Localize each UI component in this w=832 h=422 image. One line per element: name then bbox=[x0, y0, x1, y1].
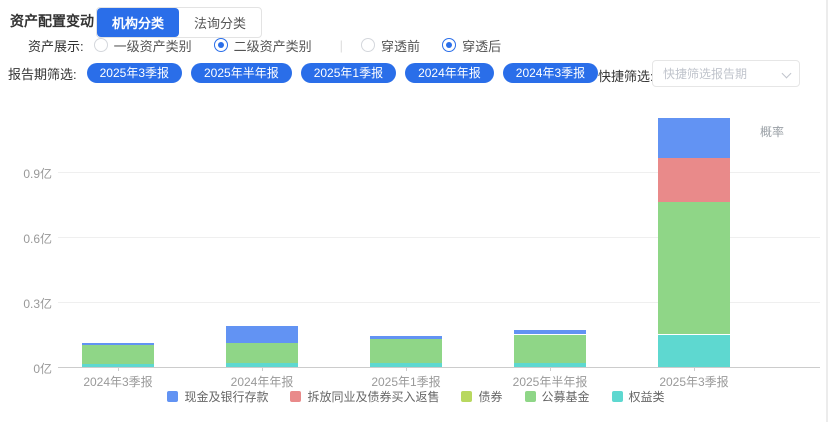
bar-segment-公募基金[interactable] bbox=[370, 339, 442, 363]
bar-segment-现金及银行存款[interactable] bbox=[370, 336, 442, 339]
asset-level-radio-group: 一级资产类别 二级资产类别 bbox=[94, 36, 334, 55]
tab-机构分类[interactable]: 机构分类 bbox=[97, 8, 179, 37]
bar-segment-现金及银行存款[interactable] bbox=[658, 118, 730, 158]
quick-filter-select[interactable]: 快捷筛选报告期 bbox=[652, 60, 800, 87]
x-axis-tick bbox=[118, 367, 119, 371]
legend-marker-icon bbox=[525, 391, 536, 402]
radio-asset-level-二级资产类别[interactable]: 二级资产类别 bbox=[214, 36, 312, 55]
legend-item-权益类[interactable]: 权益类 bbox=[612, 388, 665, 405]
legend-label: 拆放同业及债券买入返售 bbox=[307, 388, 439, 405]
x-axis-category-label: 2025年1季报 bbox=[334, 373, 478, 390]
penetrate-radio-group: 穿透前 穿透后 bbox=[361, 36, 523, 55]
bar-segment-拆放同业及债券买入返售[interactable] bbox=[658, 158, 730, 202]
asset-allocation-chart: 概率 现金及银行存款 拆放同业及债券买入返售 债券 公募基金 权益类 0亿 0.3亿 0.6… bbox=[0, 100, 832, 422]
x-axis-category-label: 2025年半年报 bbox=[478, 373, 622, 390]
radio-penetrate-label: 穿透后 bbox=[462, 36, 501, 55]
x-axis-tick bbox=[262, 367, 263, 371]
bar-segment-现金及银行存款[interactable] bbox=[514, 330, 586, 334]
asset-display-label: 资产展示: bbox=[28, 36, 84, 55]
period-pill-2024年年报[interactable]: 2024年年报 bbox=[405, 63, 494, 83]
quick-filter-placeholder: 快捷筛选报告期 bbox=[663, 65, 747, 82]
period-pill-2024年3季报[interactable]: 2024年3季报 bbox=[503, 63, 598, 83]
period-pill-2025年3季报[interactable]: 2025年3季报 bbox=[87, 63, 182, 83]
legend-marker-icon bbox=[612, 391, 623, 402]
bar-segment-现金及银行存款[interactable] bbox=[82, 343, 154, 345]
report-period-filter-row: 报告期筛选: 2025年3季报2025年半年报2025年1季报2024年年报20… bbox=[8, 62, 607, 84]
x-axis-tick bbox=[694, 367, 695, 371]
legend-item-拆放同业及债券买入返售[interactable]: 拆放同业及债券买入返售 bbox=[290, 388, 439, 405]
x-axis-line bbox=[58, 367, 820, 368]
legend-marker-icon bbox=[167, 391, 178, 402]
radio-penetrate-label: 穿透前 bbox=[381, 36, 420, 55]
legend-label: 债券 bbox=[478, 388, 502, 405]
legend-marker-icon bbox=[461, 391, 472, 402]
radio-asset-level-label: 二级资产类别 bbox=[234, 36, 312, 55]
y-axis-tick-label: 0.6亿 bbox=[0, 230, 52, 247]
legend-marker-icon bbox=[290, 391, 301, 402]
period-pill-2025年半年报[interactable]: 2025年半年报 bbox=[191, 63, 292, 83]
radio-checked-icon bbox=[214, 38, 228, 52]
bar-segment-公募基金[interactable] bbox=[226, 343, 298, 363]
chart-legend: 现金及银行存款 拆放同业及债券买入返售 债券 公募基金 权益类 bbox=[0, 388, 832, 405]
report-filter-label: 报告期筛选: bbox=[8, 64, 77, 83]
legend-label: 现金及银行存款 bbox=[184, 388, 268, 405]
x-axis-category-label: 2025年3季报 bbox=[622, 373, 766, 390]
chart-annotation: 概率 bbox=[760, 123, 784, 140]
legend-label: 公募基金 bbox=[542, 388, 590, 405]
bar-segment-权益类[interactable] bbox=[658, 335, 730, 368]
bar-segment-公募基金[interactable] bbox=[514, 335, 586, 363]
radio-unchecked-icon bbox=[94, 38, 108, 52]
bar-segment-公募基金[interactable] bbox=[82, 345, 154, 363]
chevron-down-icon bbox=[782, 69, 792, 79]
tab-法询分类[interactable]: 法询分类 bbox=[179, 8, 261, 37]
quick-filter-label: 快捷筛选: bbox=[598, 66, 654, 85]
bar-segment-公募基金[interactable] bbox=[658, 202, 730, 334]
x-axis-category-label: 2024年3季报 bbox=[46, 373, 190, 390]
page-title: 资产配置变动 bbox=[10, 11, 94, 31]
bar-segment-现金及银行存款[interactable] bbox=[226, 326, 298, 343]
report-period-pills: 2025年3季报 2025年半年报 2025年1季报 2024年年报 2024年3季报 bbox=[87, 63, 608, 83]
legend-label: 权益类 bbox=[629, 388, 665, 405]
x-axis-tick bbox=[550, 367, 551, 371]
radio-checked-icon bbox=[442, 38, 456, 52]
x-axis-tick bbox=[406, 367, 407, 371]
y-axis-tick-label: 0亿 bbox=[0, 360, 52, 377]
legend-item-现金及银行存款[interactable]: 现金及银行存款 bbox=[167, 388, 268, 405]
period-pill-2025年1季报[interactable]: 2025年1季报 bbox=[301, 63, 396, 83]
scrollbar-track[interactable] bbox=[826, 0, 828, 422]
y-axis-tick-label: 0.3亿 bbox=[0, 295, 52, 312]
legend-item-债券[interactable]: 债券 bbox=[461, 388, 502, 405]
radio-asset-level-label: 一级资产类别 bbox=[114, 36, 192, 55]
radio-group-divider: | bbox=[340, 38, 343, 53]
legend-item-公募基金[interactable]: 公募基金 bbox=[525, 388, 590, 405]
x-axis-category-label: 2024年年报 bbox=[190, 373, 334, 390]
asset-display-row: 资产展示: 一级资产类别 二级资产类别 | 穿透前 穿透后 bbox=[28, 36, 523, 54]
radio-unchecked-icon bbox=[361, 38, 375, 52]
radio-asset-level-一级资产类别[interactable]: 一级资产类别 bbox=[94, 36, 192, 55]
y-axis-tick-label: 0.9亿 bbox=[0, 165, 52, 182]
radio-penetrate-穿透前[interactable]: 穿透前 bbox=[361, 36, 420, 55]
classification-tabs: 机构分类法询分类 bbox=[96, 7, 262, 38]
radio-penetrate-穿透后[interactable]: 穿透后 bbox=[442, 36, 501, 55]
